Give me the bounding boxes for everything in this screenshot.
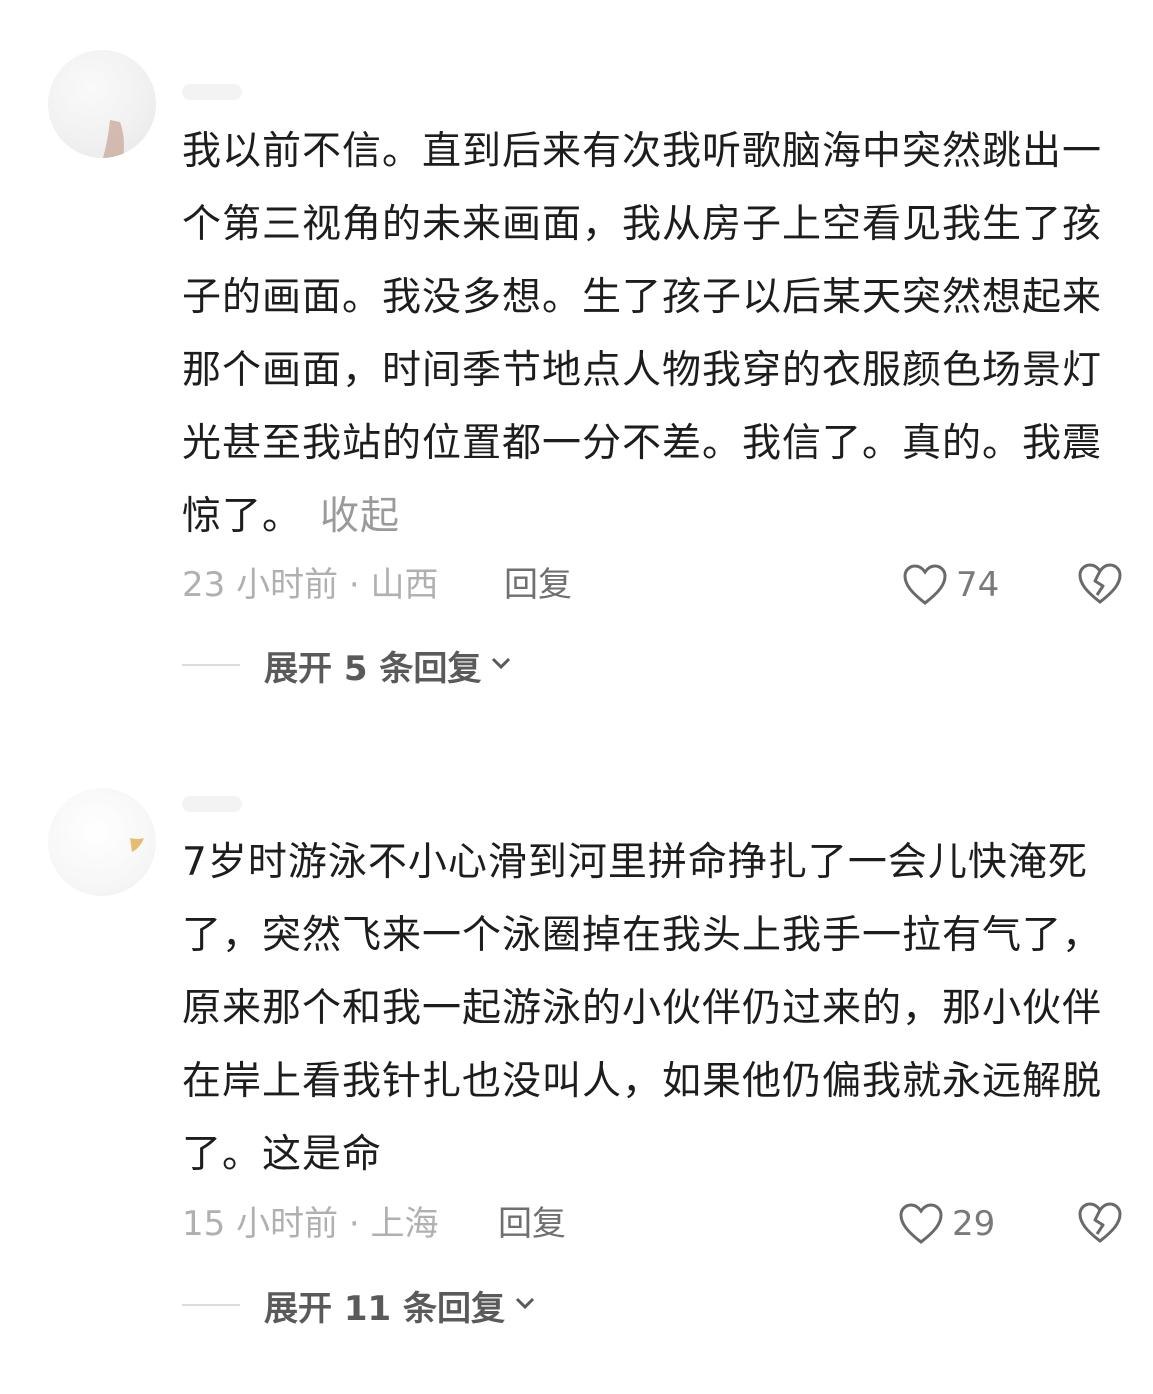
like-count: 29	[952, 1204, 996, 1244]
comment-meta: 15 小时前 · 上海 回复 29	[182, 1199, 1123, 1249]
like-count: 74	[956, 565, 1000, 605]
chevron-down-icon	[489, 654, 513, 676]
expand-replies-label: 展开 11 条回复	[264, 1288, 505, 1329]
divider	[182, 1304, 240, 1306]
like-button[interactable]: 74	[902, 560, 999, 610]
avatar-image	[130, 838, 144, 852]
expand-replies-button[interactable]: 展开 5 条回复	[182, 640, 513, 690]
expand-replies-label: 展开 5 条回复	[264, 648, 482, 689]
comment-text: 7岁时游泳不小心滑到河里拼命挣扎了一会儿快淹死了，突然飞来一个泳圈掉在我头上我手…	[182, 840, 1103, 1177]
avatar-image	[103, 120, 124, 158]
reply-button[interactable]: 回复	[504, 560, 572, 610]
heart-outline-icon	[903, 564, 947, 605]
reply-button[interactable]: 回复	[498, 1199, 566, 1249]
broken-heart-icon	[1078, 563, 1122, 604]
comment-meta: 23 小时前 · 山西 回复 74	[182, 560, 1123, 610]
dislike-button[interactable]	[1077, 1201, 1123, 1259]
expand-replies-button[interactable]: 展开 11 条回复	[182, 1280, 537, 1330]
comment-text: 我以前不信。直到后来有次我听歌脑海中突然跳出一个第三视角的未来画面，我从房子上空…	[182, 129, 1103, 539]
broken-heart-icon	[1078, 1202, 1122, 1243]
timestamp-location: 23 小时前 · 山西	[182, 565, 439, 605]
avatar[interactable]	[48, 788, 156, 896]
dislike-button[interactable]	[1077, 562, 1123, 620]
username-blurred[interactable]	[182, 796, 242, 812]
like-button[interactable]: 29	[898, 1199, 995, 1249]
divider	[182, 664, 240, 666]
collapse-link[interactable]: 收起	[320, 494, 400, 539]
timestamp-location: 15 小时前 · 上海	[182, 1204, 439, 1244]
avatar[interactable]	[48, 50, 156, 158]
username-blurred[interactable]	[182, 84, 242, 100]
chevron-down-icon	[513, 1294, 537, 1316]
heart-outline-icon	[899, 1203, 943, 1244]
